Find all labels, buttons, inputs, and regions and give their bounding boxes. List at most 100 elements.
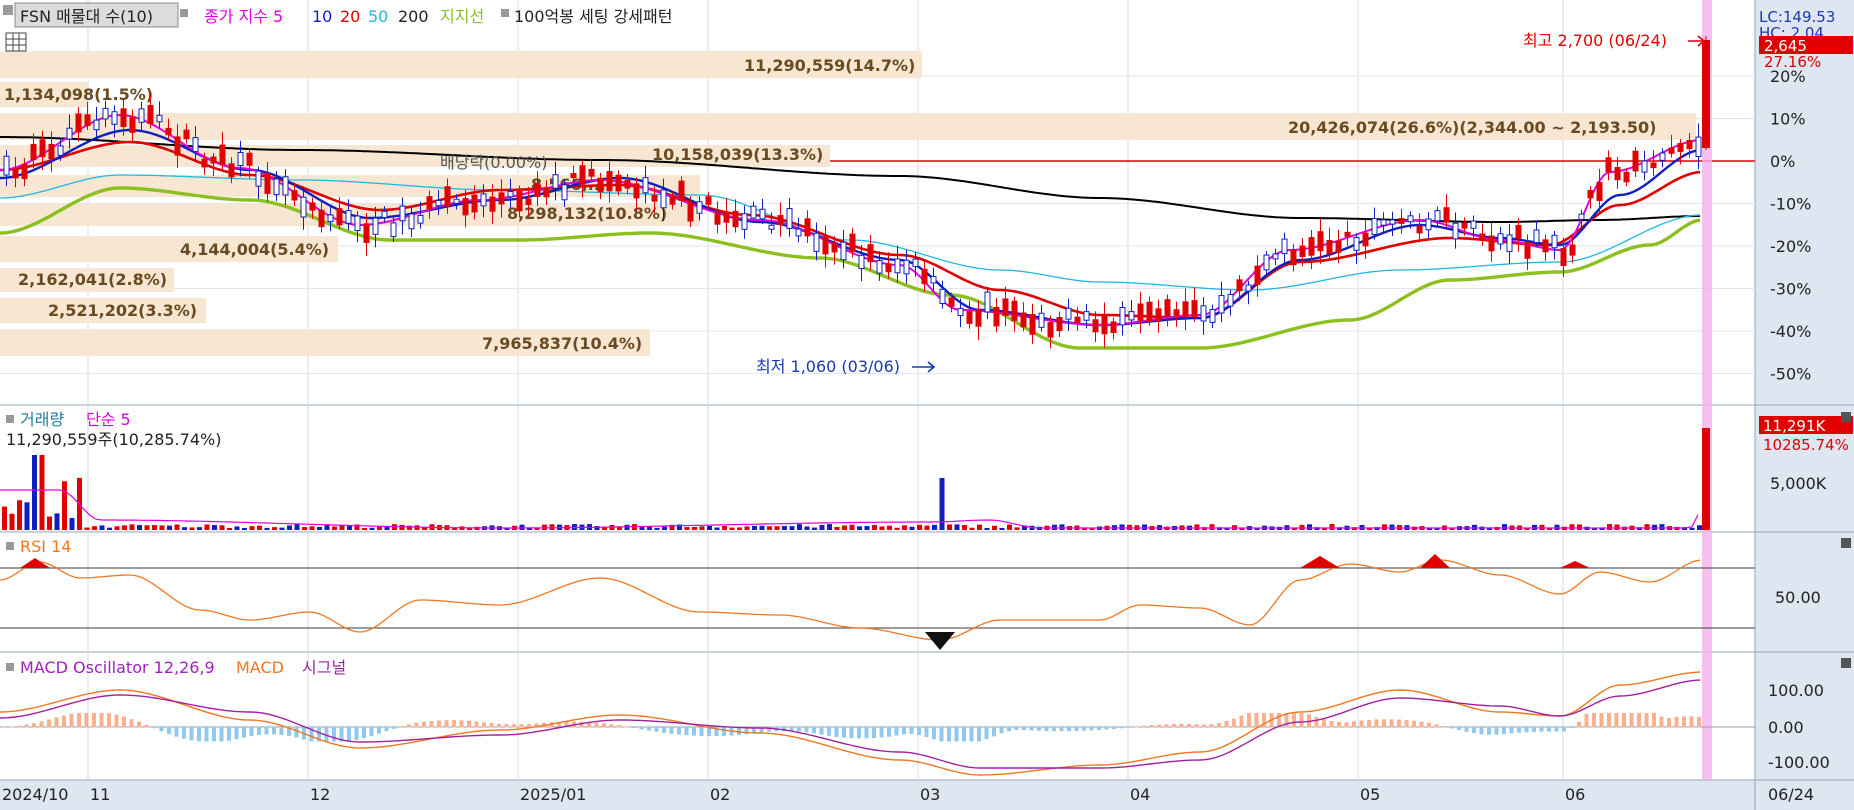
high-note: 최고 2,700 (06/24) <box>1523 31 1667 50</box>
macd-title[interactable]: MACD Oscillator 12,26,9 <box>20 658 215 677</box>
macd-histogram-bar <box>167 727 171 734</box>
macd-histogram-bar <box>1674 716 1679 728</box>
x-axis-label: 03 <box>920 785 940 804</box>
volume-bar <box>99 525 105 530</box>
macd-histogram-bar <box>1194 724 1199 728</box>
rsi-oversold-fill <box>925 632 955 650</box>
chart-canvas[interactable]: 11,290,559(14.7%) 1,134,098(1.5%) 20,426,0… <box>0 0 1854 810</box>
volume-bar <box>174 524 180 530</box>
macd-histogram-bar <box>1104 727 1109 730</box>
macd-histogram-bar <box>1142 725 1146 728</box>
volume-ma-label[interactable]: 단순 5 <box>86 410 131 429</box>
close-icon[interactable] <box>1841 538 1851 548</box>
candle-body <box>1506 234 1513 253</box>
volume-profile-label: 7,965,837(10.4%) <box>482 334 642 353</box>
legend-item[interactable]: 10 <box>312 7 332 26</box>
extra-indicator-label[interactable]: 100억봉 세팅 강세패턴 <box>514 7 672 26</box>
candle-body <box>1164 299 1171 317</box>
legend[interactable]: 종가 지수 5 10 20 50 200 지지선 <box>204 7 484 26</box>
volume-bar <box>1209 524 1215 530</box>
legend-item[interactable]: 지지선 <box>440 7 484 26</box>
macd-histogram-bar <box>1232 718 1236 728</box>
volume-bar <box>699 526 705 530</box>
volume-bar <box>182 527 187 530</box>
macd-histogram-bar <box>977 727 981 742</box>
macd-histogram-bar <box>812 727 816 734</box>
legend-item[interactable]: 20 <box>340 7 360 26</box>
volume-bar <box>924 525 930 530</box>
candle-body <box>111 111 118 125</box>
macd-histogram-bar <box>1629 713 1634 728</box>
close-icon[interactable] <box>1841 658 1851 668</box>
volume-profile-label: 4,144,004(5.4%) <box>180 240 329 259</box>
candle-body <box>525 198 532 206</box>
macd-histogram-bar <box>864 727 869 739</box>
macd-histogram-bar <box>1569 727 1574 728</box>
volume-bar <box>872 525 877 530</box>
macd-label[interactable]: MACD <box>236 658 284 677</box>
candle-body <box>840 241 847 261</box>
macd-histogram-bar <box>407 724 411 728</box>
grid-table-icon[interactable] <box>5 32 27 52</box>
macd-histogram-bar <box>1524 727 1529 733</box>
macd-histogram-bar <box>377 727 381 734</box>
macd-histogram-bar <box>1149 725 1154 728</box>
volume-profile-label: 11,290,559(14.7%) <box>744 56 915 75</box>
macd-histogram-bar <box>189 727 194 741</box>
macd-histogram-bar <box>294 727 299 738</box>
macd-histogram-bar <box>1187 723 1191 728</box>
macd-histogram-bar <box>1682 716 1686 728</box>
candle-body <box>426 196 433 210</box>
legend-item[interactable]: 50 <box>368 7 388 26</box>
volume-bar <box>1389 524 1395 530</box>
rsi-title[interactable]: RSI 14 <box>20 537 71 556</box>
candle-body <box>984 291 991 313</box>
candle-body <box>1659 152 1666 161</box>
macd-histogram-bar <box>219 727 224 742</box>
macd-histogram-bar <box>834 727 839 737</box>
candle-body <box>1200 305 1207 322</box>
macd-histogram-bar <box>1029 727 1034 731</box>
volume-bar <box>767 526 772 530</box>
candle-body <box>1263 254 1270 271</box>
legend-item[interactable]: 200 <box>398 7 429 26</box>
macd-histogram-bar <box>69 713 74 728</box>
macd-histogram-bar <box>1532 727 1536 732</box>
volume-bar <box>302 527 307 530</box>
volume-bar <box>594 526 600 530</box>
signal-label[interactable]: 시그널 <box>302 658 346 677</box>
menu-icon[interactable] <box>3 5 13 15</box>
candle-body <box>129 116 136 133</box>
candle-body <box>948 297 955 307</box>
macd-axis-label: 100.00 <box>1768 681 1824 700</box>
macd-histogram-bar <box>467 720 471 728</box>
macd-histogram-bar <box>722 727 726 736</box>
macd-histogram-bar <box>872 727 876 739</box>
volume-bar <box>842 525 847 530</box>
candle-body <box>660 189 667 209</box>
legend-item[interactable]: 종가 지수 5 <box>204 7 283 26</box>
volume-bar <box>1607 524 1612 530</box>
volume-bar <box>399 524 405 530</box>
volume-bar <box>212 525 217 530</box>
macd-axis-label: 0.00 <box>1768 718 1804 737</box>
title-button[interactable]: FSN 매물대 수(10) <box>20 7 153 26</box>
candle-body <box>1083 311 1090 321</box>
volume-bar <box>24 502 30 530</box>
volume-bar <box>519 524 525 530</box>
close-icon[interactable] <box>1841 412 1851 422</box>
candle-body <box>1020 312 1027 328</box>
candle-body <box>543 188 550 198</box>
macd-histogram-bar <box>849 727 854 739</box>
candle-body <box>1173 309 1180 316</box>
candle-body <box>1407 215 1414 223</box>
macd-histogram-bar <box>1202 724 1206 728</box>
candle-body <box>732 210 739 228</box>
volume-title[interactable]: 거래량 <box>20 410 64 429</box>
macd-histogram-bar <box>482 722 486 728</box>
volume-bar <box>264 527 270 530</box>
volume-bar <box>1382 524 1387 530</box>
macd-histogram-bar <box>144 724 149 728</box>
candle-body <box>939 288 946 304</box>
volume-bar <box>39 455 45 530</box>
